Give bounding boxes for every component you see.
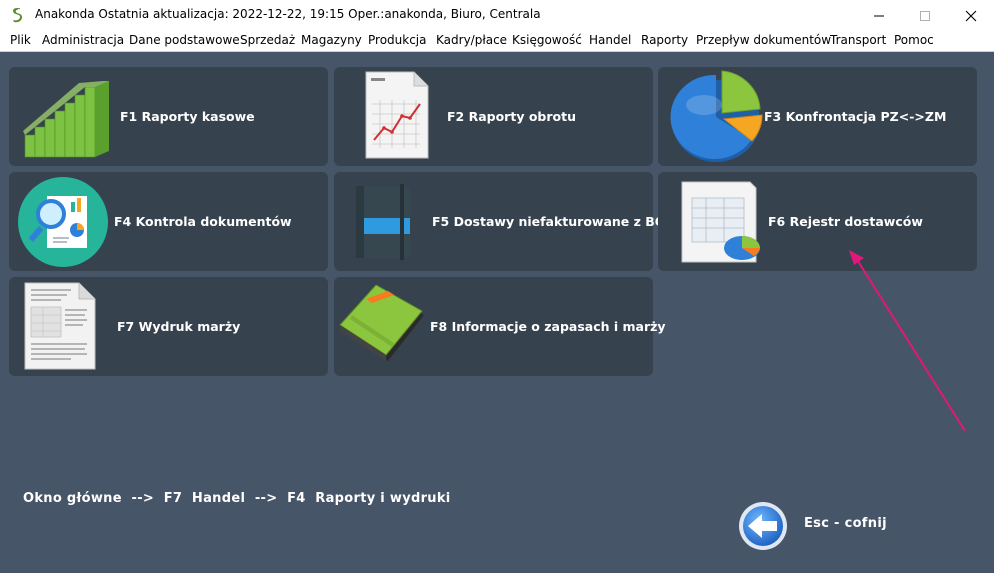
tile-f4-kontrola-dokumentow[interactable]: F4 Kontrola dokumentów <box>9 172 328 271</box>
notebook-icon <box>356 184 410 260</box>
close-icon <box>965 10 977 21</box>
tile-f5-dostawy-niefakturowane[interactable]: F5 Dostawy niefakturowane z BO <box>334 172 665 271</box>
menu-kadry-place[interactable]: Kadry/płace <box>436 33 507 47</box>
menu-raporty[interactable]: Raporty <box>641 33 688 47</box>
tile-f7-wydruk-marzy[interactable]: F7 Wydruk marży <box>9 277 328 376</box>
tile-label: F3 Konfrontacja PZ<->ZM <box>764 109 947 124</box>
menu-magazyny[interactable]: Magazyny <box>301 33 362 47</box>
tile-label: F4 Kontrola dokumentów <box>114 214 292 229</box>
pie-chart-icon <box>670 70 763 162</box>
app-logo-icon <box>13 8 22 23</box>
tile-label: F7 Wydruk marży <box>117 319 241 334</box>
tile-label: F2 Raporty obrotu <box>447 109 576 124</box>
window-title: Anakonda Ostatnia aktualizacja: 2022-12-… <box>35 7 541 21</box>
breadcrumb: Okno główne --> F7 Handel --> F4 Raporty… <box>23 491 451 506</box>
tile-label: F6 Rejestr dostawców <box>768 214 923 229</box>
menu-administracja[interactable]: Administracja <box>42 33 124 47</box>
menu-przeplyw-dokumentow[interactable]: Przepływ dokumentów <box>696 33 831 47</box>
menu-handel[interactable]: Handel <box>589 33 631 47</box>
back-label[interactable]: Esc - cofnij <box>804 516 887 531</box>
tile-f8-informacje-o-zapasach[interactable]: F8 Informacje o zapasach i marży <box>334 277 666 376</box>
menu-plik[interactable]: Plik <box>10 33 31 47</box>
menu-ksiegowosc[interactable]: Księgowość <box>512 33 582 47</box>
tile-f1-raporty-kasowe[interactable]: F1 Raporty kasowe <box>9 67 328 166</box>
tile-label: F1 Raporty kasowe <box>120 109 255 124</box>
tile-f6-rejestr-dostawcow[interactable]: F6 Rejestr dostawców <box>658 172 977 271</box>
main-panel: F1 Raporty kasowe F2 Raporty obrotu F3 K… <box>0 52 994 573</box>
green-book-icon <box>339 285 424 361</box>
minimize-button[interactable] <box>856 0 902 31</box>
green-bar-chart-icon <box>23 81 109 158</box>
tile-f3-konfrontacja[interactable]: F3 Konfrontacja PZ<->ZM <box>658 67 977 166</box>
title-bar: Anakonda Ostatnia aktualizacja: 2022-12-… <box>0 0 994 31</box>
menu-sprzedaz[interactable]: Sprzedaż <box>240 33 295 47</box>
printed-document-icon <box>24 282 96 370</box>
tile-label: F5 Dostawy niefakturowane z BO <box>432 214 666 229</box>
menu-transport[interactable]: Transport <box>830 33 886 47</box>
magnifier-report-icon <box>18 177 108 267</box>
menu-produkcja[interactable]: Produkcja <box>368 33 427 47</box>
menu-bar: Plik Administracja Dane podstawowe Sprze… <box>0 31 994 52</box>
maximize-icon <box>920 10 930 21</box>
report-document-icon <box>365 71 429 159</box>
back-arrow-icon[interactable] <box>738 501 788 551</box>
minimize-icon <box>874 15 884 16</box>
menu-pomoc[interactable]: Pomoc <box>894 33 934 47</box>
tile-label: F8 Informacje o zapasach i marży <box>430 319 666 334</box>
close-button[interactable] <box>948 0 994 31</box>
menu-dane-podstawowe[interactable]: Dane podstawowe <box>129 33 240 47</box>
spreadsheet-pie-icon <box>681 181 760 263</box>
tile-f2-raporty-obrotu[interactable]: F2 Raporty obrotu <box>334 67 653 166</box>
maximize-button[interactable] <box>902 0 948 31</box>
